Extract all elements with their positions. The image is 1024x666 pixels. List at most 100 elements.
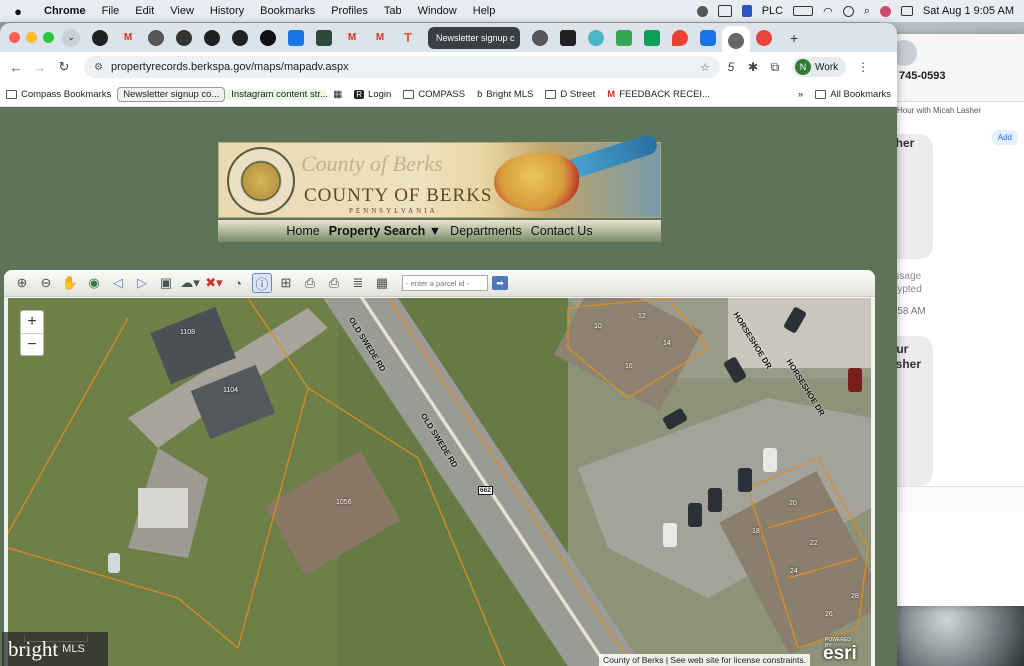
print-preview-icon[interactable]: ⎙ [324,273,344,293]
bookmark-feedback[interactable]: M FEEDBACK RECEI... [601,89,716,100]
parcel-number[interactable]: 10 [594,323,602,330]
map-zoom-in-button[interactable]: + [21,311,43,333]
menubar-datetime[interactable]: Sat Aug 1 9:05 AM [923,5,1014,17]
extension-gear-icon[interactable]: ✱ [742,60,764,74]
vpn-status-icon[interactable] [741,5,752,17]
active-tab-title[interactable]: Newsletter signup c [428,26,520,49]
overview-map-icon[interactable]: ▦ [372,273,392,293]
layers-icon[interactable]: ≣ [348,273,368,293]
bookmark-star-icon[interactable]: ☆ [700,61,710,74]
focus-icon[interactable] [842,5,854,17]
drive-tab-icon[interactable] [616,29,632,46]
new-tab-button[interactable]: + [790,30,798,46]
parcel-number[interactable]: 24 [790,568,798,575]
tab-favicon-16[interactable] [588,29,604,46]
parcel-number[interactable]: 1056 [336,499,352,506]
menu-app-name[interactable]: Chrome [36,5,94,17]
parcel-number[interactable]: 26 [825,611,833,618]
openai-status-icon[interactable] [696,5,708,17]
current-tab[interactable] [722,26,750,55]
url-text[interactable]: propertyrecords.berkspa.gov/maps/mapadv.… [111,61,349,73]
parcel-number[interactable]: 18 [752,528,760,535]
bookmark-d-street[interactable]: D Street [539,89,601,100]
add-button[interactable]: Add [991,130,1018,145]
parcel-number[interactable]: 1104 [223,387,238,394]
parcel-number[interactable]: 16 [625,363,633,370]
full-extent-globe-icon[interactable]: ◉ [84,273,104,293]
extensions-puzzle-icon[interactable]: ⧉ [764,60,786,75]
gmail-tab-icon[interactable]: M [372,30,388,46]
status-plc-label[interactable]: PLC [762,5,783,17]
t-tab-icon[interactable]: T [400,30,416,46]
drive-status-icon[interactable] [717,5,732,17]
bookmarks-overflow-icon[interactable]: » [792,89,809,100]
pan-hand-icon[interactable]: ✋ [60,273,80,293]
tab-favicon-8[interactable] [288,29,304,46]
menu-edit[interactable]: Edit [127,5,162,17]
chrome-menu-icon[interactable]: ⋮ [852,60,874,74]
menu-view[interactable]: View [162,5,202,17]
tab-favicon-22[interactable] [756,29,772,46]
address-bar[interactable]: ⚙ propertyrecords.berkspa.gov/maps/mapad… [84,56,720,78]
tab-favicon-15[interactable] [560,29,576,46]
parcel-id-input[interactable] [402,275,488,291]
reload-button[interactable]: ↻ [52,59,76,75]
map-zoom-out-button[interactable]: − [21,333,43,355]
tab-favicon-6[interactable] [232,29,248,46]
site-info-icon[interactable]: ⚙ [94,62,103,73]
back-button[interactable]: ← [4,60,28,75]
nav-departments[interactable]: Departments [450,224,522,238]
gmail-tab-icon[interactable]: M [120,30,136,46]
tab-favicon-7[interactable] [260,29,276,46]
menu-bookmarks[interactable]: Bookmarks [252,5,323,17]
clear-selection-icon[interactable]: ✖▾ [204,273,224,293]
gmail-tab-icon[interactable]: M [344,30,360,46]
menu-window[interactable]: Window [410,5,465,17]
sheets-tab-icon[interactable] [644,29,660,46]
buffer-tool-icon[interactable]: ⊞ [276,273,296,293]
all-bookmarks[interactable]: All Bookmarks [809,89,897,100]
profile-button[interactable]: N Work [792,57,847,77]
print-icon[interactable]: ⎙ [300,273,320,293]
nav-contact-us[interactable]: Contact Us [531,224,593,238]
siri-icon[interactable] [879,5,891,17]
measure-icon[interactable]: ◔ [228,273,248,293]
message-input[interactable] [885,486,1024,512]
control-center-icon[interactable] [900,6,913,16]
parcel-search-button[interactable]: ➡ [492,276,508,290]
minimize-window-button[interactable] [26,32,37,43]
wifi-icon[interactable]: ◠ [823,5,833,18]
bookmark-bright-mls[interactable]: ɓ Bright MLS [471,89,539,100]
parcel-number[interactable]: 22 [810,540,818,547]
bookmark-instagram[interactable]: Instagram content str... [225,88,328,100]
previous-extent-icon[interactable]: ◁ [108,273,128,293]
next-extent-icon[interactable]: ▷ [132,273,152,293]
search-icon[interactable]: ⌕ [864,5,870,18]
zoom-in-tool-icon[interactable]: ⊕ [12,273,32,293]
tab-favicon-9[interactable] [316,29,332,46]
menu-help[interactable]: Help [465,5,504,17]
tab-favicon-1[interactable] [92,29,108,46]
bookmark-compass[interactable]: Compass Bookmarks [0,89,117,100]
parcel-number[interactable]: 14 [663,340,671,347]
bookmark-login[interactable]: R Login [348,89,397,100]
zoom-to-box-icon[interactable]: ▣ [156,273,176,293]
menu-file[interactable]: File [94,5,128,17]
nav-property-search[interactable]: Property Search ▼ [329,224,441,238]
battery-icon[interactable] [793,6,814,16]
forward-button[interactable]: → [28,60,52,75]
zoom-window-button[interactable] [43,32,54,43]
parcel-number[interactable]: 28 [851,593,859,600]
menu-profiles[interactable]: Profiles [323,5,376,17]
maps-tab-icon[interactable] [672,29,688,46]
aerial-map[interactable]: OLD SWEDE RD OLD SWEDE RD HORSESHOE DR H… [8,298,871,666]
menu-history[interactable]: History [202,5,252,17]
select-tool-icon[interactable]: ☁▾ [180,273,200,293]
bookmark-newsletter[interactable]: Newsletter signup co... [117,86,226,102]
parcel-number[interactable]: 20 [789,500,797,507]
bookmark-compass-folder[interactable]: COMPASS [397,89,471,100]
tab-favicon-20[interactable] [700,29,716,46]
apple-icon[interactable]: ● [0,4,36,19]
tab-favicon-3[interactable] [148,29,164,46]
menu-tab[interactable]: Tab [376,5,410,17]
